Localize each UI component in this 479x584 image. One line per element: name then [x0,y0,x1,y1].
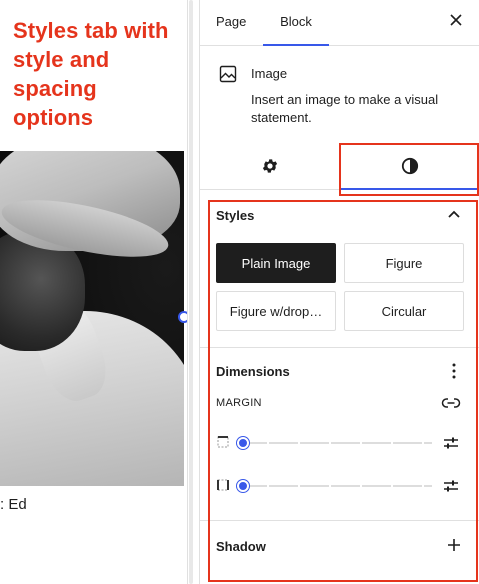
highlight-styles-panel [208,200,478,582]
highlight-styles-tab [339,143,479,196]
image-icon [219,65,237,83]
image-resize-handle[interactable] [178,311,187,323]
block-card: Image Insert an image to make a visual s… [200,47,479,135]
image-caption[interactable]: : Ed [0,496,27,513]
canvas-scrollbar[interactable] [189,0,193,584]
annotation-text: Styles tab with style and spacing option… [13,18,169,130]
tab-block[interactable]: Block [263,0,329,46]
block-description: Insert an image to make a visual stateme… [251,92,439,125]
tab-settings[interactable] [200,142,340,190]
editor-canvas: Styles tab with style and spacing option… [0,0,187,584]
block-name: Image [251,66,288,81]
sidebar-tabs: Page Block [200,0,479,46]
settings-sidebar: Page Block Image Insert an image to make… [199,0,479,584]
image-block[interactable] [0,151,184,486]
tab-page[interactable]: Page [200,0,262,46]
gear-icon [262,159,278,173]
close-icon[interactable] [446,12,466,32]
